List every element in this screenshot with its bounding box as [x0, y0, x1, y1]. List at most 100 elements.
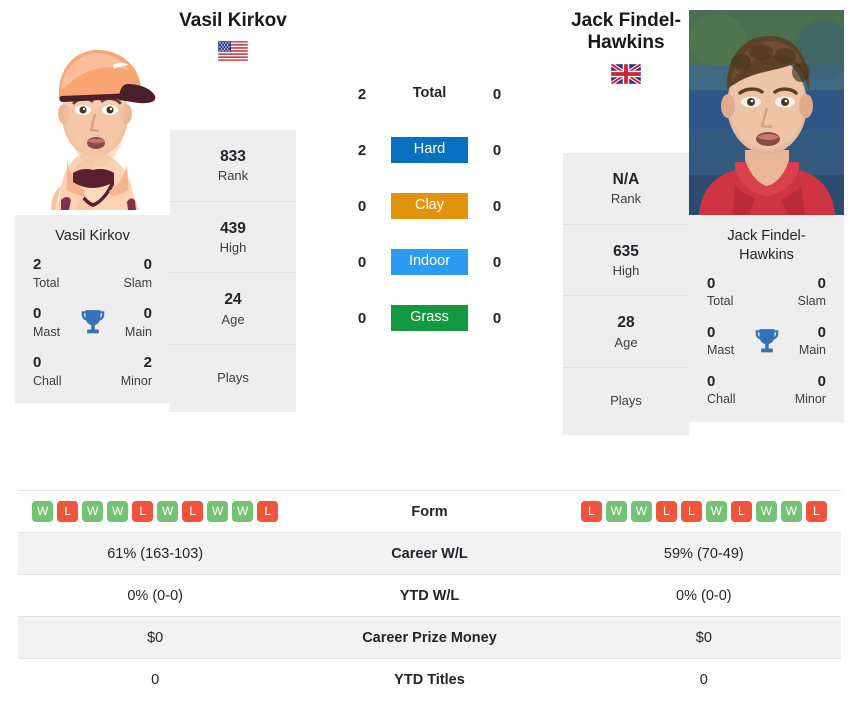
table-row-form: WLWWLWLWWL Form LWWLLWLWWL	[18, 490, 841, 532]
right-ytd-wl: 0% (0-0)	[676, 587, 732, 604]
right-player-caption: Jack Findel- Hawkins	[727, 228, 806, 263]
left-form-cell: WLWWLWLWWL	[18, 501, 292, 522]
right-titles-chall-value: 0	[707, 372, 716, 390]
row-label-ytd-wl: YTD W/L	[399, 587, 460, 604]
right-form-badge[interactable]: L	[730, 501, 752, 522]
right-titles-total: 0 Total	[697, 275, 767, 310]
right-titles-minor-value: 0	[817, 372, 826, 390]
row-label-ytd-titles: YTD Titles	[394, 671, 465, 688]
left-career-wl: 61% (163-103)	[107, 545, 204, 562]
right-form-badge[interactable]: L	[655, 501, 677, 522]
right-titles-chall-label: Chall	[707, 392, 736, 407]
left-titles-slam-label: Slam	[123, 275, 152, 290]
left-player-photo	[15, 10, 170, 215]
left-rank-value: 833	[220, 148, 246, 165]
right-player-name: Jack Findel- Hawkins	[571, 10, 681, 54]
left-titles-chall: 0 Chall	[23, 354, 93, 389]
right-career-wl: 59% (70-49)	[663, 545, 744, 562]
trophy-icon	[755, 329, 778, 353]
right-titles-slam: 0 Slam	[767, 275, 837, 310]
right-age-value: 28	[617, 314, 635, 332]
right-form-badge[interactable]: W	[780, 501, 802, 522]
left-high-label: High	[219, 239, 247, 255]
right-rank-value: N/A	[612, 171, 640, 188]
left-form-badge[interactable]: W	[82, 501, 104, 522]
surface-hard-badge[interactable]: Hard	[391, 136, 468, 164]
left-ytd-titles: 0	[151, 671, 160, 688]
row-label-career-prize-money: Career Prize Money	[362, 629, 497, 646]
player-comparison-page: Vasil Kirkov 2 Total 0 Slam 0 Mast 0 Mai…	[0, 0, 859, 705]
surface-indoor-left-value: 0	[357, 253, 367, 271]
right-plays-label: Plays	[610, 393, 642, 409]
left-titles-grid: 2 Total 0 Slam 0 Mast 0 Main 0 Chall 2 M…	[23, 256, 162, 389]
left-form-badge[interactable]: L	[182, 501, 204, 522]
left-form-badge[interactable]: L	[257, 501, 279, 522]
left-ytd-wl: 0% (0-0)	[127, 587, 183, 604]
surface-clay-right-value: 0	[492, 197, 502, 215]
right-career-prize-money: $0	[695, 629, 712, 646]
right-player-photo	[689, 10, 844, 215]
surface-indoor-right-value: 0	[492, 253, 502, 271]
left-titles-total-label: Total	[33, 275, 60, 290]
stats-table: WLWWLWLWWL Form LWWLLWLWWL 61% (163-103)…	[0, 490, 859, 700]
right-form-badge[interactable]: W	[605, 501, 627, 522]
left-titles-chall-value: 0	[33, 353, 42, 371]
right-ytd-titles: 0	[699, 671, 708, 688]
surface-total-left-value: 2	[357, 85, 367, 103]
left-titles-minor-value: 2	[143, 353, 152, 371]
left-titles-chall-label: Chall	[33, 373, 62, 388]
right-form-badge[interactable]: W	[705, 501, 727, 522]
left-form-badge[interactable]: W	[232, 501, 254, 522]
right-rank-column: Jack Findel- Hawkins N/A Rank 635 High 2…	[563, 10, 689, 435]
left-form-badge[interactable]: L	[132, 501, 154, 522]
right-form-badge[interactable]: L	[580, 501, 602, 522]
surface-grass-left-value: 0	[357, 309, 367, 327]
right-high-cell: 635 High	[563, 225, 689, 297]
left-rank-column: Vasil Kirkov 833 Rank 439 High 24 Age Pl…	[170, 10, 296, 412]
left-form-badge[interactable]: W	[207, 501, 229, 522]
right-form-badge[interactable]: W	[755, 501, 777, 522]
left-form-badge[interactable]: W	[157, 501, 179, 522]
left-rank-label: Rank	[217, 168, 249, 184]
right-titles-minor: 0 Minor	[767, 373, 837, 408]
left-titles-total: 2 Total	[23, 256, 93, 291]
surface-row-clay: 0 Clay 0	[296, 178, 563, 234]
surface-comparison-column: 2 Total 0 2 Hard 0 0 Clay 0 0 Indoor 0 0	[296, 10, 563, 346]
surface-indoor-badge[interactable]: Indoor	[391, 248, 468, 276]
left-form-strip: WLWWLWLWWL	[18, 501, 292, 522]
left-player-titles-card: Vasil Kirkov 2 Total 0 Slam 0 Mast 0 Mai…	[15, 215, 170, 403]
left-career-prize-money: $0	[147, 629, 164, 646]
surface-grass-badge[interactable]: Grass	[391, 304, 468, 332]
right-player-header: Jack Findel- Hawkins	[563, 10, 689, 89]
row-label-career-wl: Career W/L	[391, 545, 468, 562]
right-form-badge[interactable]: L	[805, 501, 827, 522]
right-player-column: Jack Findel- Hawkins 0 Total 0 Slam 0 Ma…	[689, 10, 844, 422]
left-high-value: 439	[220, 219, 246, 237]
surface-hard-left-value: 2	[357, 141, 367, 159]
left-player-header: Vasil Kirkov	[170, 10, 296, 66]
right-rank-panel: N/A Rank 635 High 28 Age Plays	[563, 153, 689, 435]
table-row-ytd-titles: 0 YTD Titles 0	[18, 658, 841, 700]
right-form-strip: LWWLLWLWWL	[567, 501, 841, 522]
right-form-badge[interactable]: L	[680, 501, 702, 522]
left-high-cell: 439 High	[170, 202, 296, 274]
right-titles-total-value: 0	[707, 274, 716, 292]
left-player-caption: Vasil Kirkov	[55, 228, 130, 244]
left-form-badge[interactable]: W	[107, 501, 129, 522]
left-rank-cell: 833 Rank	[170, 130, 296, 202]
surface-clay-badge[interactable]: Clay	[391, 192, 468, 220]
right-plays-cell: Plays	[563, 368, 689, 435]
left-form-badge[interactable]: L	[57, 501, 79, 522]
right-rank-label: Rank	[610, 191, 642, 207]
surface-row-grass: 0 Grass 0	[296, 290, 563, 346]
left-age-value: 24	[224, 291, 242, 309]
left-form-badge[interactable]: W	[32, 501, 54, 522]
left-player-column: Vasil Kirkov 2 Total 0 Slam 0 Mast 0 Mai…	[15, 10, 170, 403]
left-titles-slam: 0 Slam	[93, 256, 163, 291]
left-titles-minor: 2 Minor	[93, 354, 163, 389]
right-form-badge[interactable]: W	[630, 501, 652, 522]
trophy-icon	[81, 310, 104, 334]
right-form-cell: LWWLLWLWWL	[567, 501, 841, 522]
table-row-ytd-wl: 0% (0-0) YTD W/L 0% (0-0)	[18, 574, 841, 616]
right-titles-minor-label: Minor	[794, 392, 826, 407]
